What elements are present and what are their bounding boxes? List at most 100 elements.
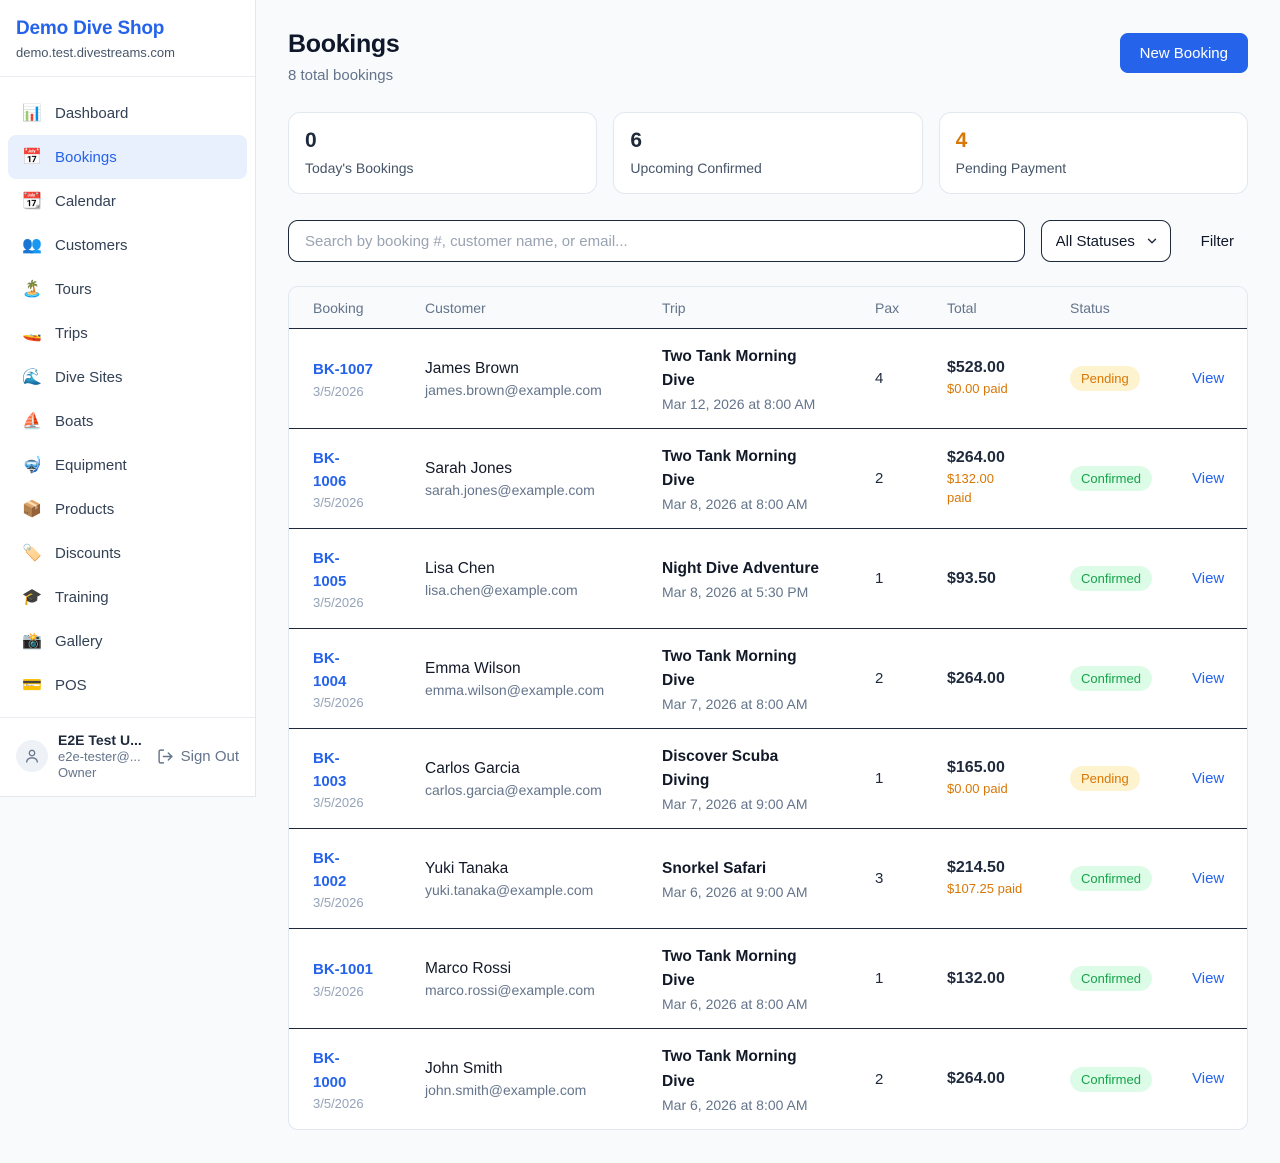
customer-cell: Marco Rossi marco.rossi@example.com: [425, 960, 662, 998]
new-booking-button[interactable]: New Booking: [1120, 33, 1248, 73]
booking-id-link[interactable]: BK- 1003: [313, 747, 415, 794]
trip-name: Night Dive Adventure: [662, 557, 865, 581]
sidebar: Demo Dive Shop demo.test.divestreams.com…: [0, 0, 256, 797]
view-link[interactable]: View: [1192, 1070, 1224, 1087]
booking-cell: BK- 1005 3/5/2026: [313, 547, 425, 611]
pax-cell: 2: [875, 470, 947, 487]
view-link[interactable]: View: [1192, 570, 1224, 587]
shop-domain: demo.test.divestreams.com: [16, 45, 239, 60]
booking-id-link[interactable]: BK-1001: [313, 958, 415, 981]
status-cell: Confirmed: [1070, 966, 1192, 991]
paid-amount: $107.25 paid: [947, 880, 1060, 899]
sidebar-item-label: POS: [55, 677, 87, 694]
booking-id-link[interactable]: BK- 1004: [313, 647, 415, 694]
products-icon: 📦: [22, 499, 42, 519]
customer-email: emma.wilson@example.com: [425, 682, 652, 698]
sidebar-item-label: Calendar: [55, 193, 116, 210]
customer-name: Yuki Tanaka: [425, 860, 652, 878]
sidebar-item-bookings[interactable]: 📅 Bookings: [8, 135, 247, 179]
view-link[interactable]: View: [1192, 670, 1224, 687]
trip-datetime: Mar 6, 2026 at 8:00 AM: [662, 996, 865, 1012]
stat-card-pending-payment: 4 Pending Payment: [939, 112, 1248, 194]
pax-cell: 4: [875, 370, 947, 387]
customer-email: john.smith@example.com: [425, 1082, 652, 1098]
sidebar-item-customers[interactable]: 👥 Customers: [8, 223, 247, 267]
sidebar-item-dashboard[interactable]: 📊 Dashboard: [8, 91, 247, 135]
trip-name: Two Tank Morning Dive: [662, 645, 865, 693]
trip-cell: Two Tank Morning Dive Mar 6, 2026 at 8:0…: [662, 945, 875, 1012]
booking-date: 3/5/2026: [313, 595, 415, 610]
sidebar-item-dive-sites[interactable]: 🌊 Dive Sites: [8, 355, 247, 399]
user-name: E2E Test U...: [58, 732, 147, 748]
booking-date: 3/5/2026: [313, 1096, 415, 1111]
page-header: Bookings 8 total bookings New Booking: [288, 30, 1248, 84]
actions-cell: View: [1192, 1070, 1234, 1088]
status-badge: Pending: [1070, 766, 1140, 791]
booking-id-link[interactable]: BK-1007: [313, 358, 415, 381]
booking-id-link[interactable]: BK- 1006: [313, 447, 415, 494]
pax-cell: 1: [875, 770, 947, 787]
sidebar-item-label: Bookings: [55, 149, 117, 166]
status-cell: Confirmed: [1070, 566, 1192, 591]
trip-datetime: Mar 8, 2026 at 8:00 AM: [662, 496, 865, 512]
view-link[interactable]: View: [1192, 370, 1224, 387]
sign-out-button[interactable]: Sign Out: [157, 748, 239, 765]
table-body: BK-1007 3/5/2026 James Brown james.brown…: [289, 329, 1247, 1129]
booking-cell: BK- 1003 3/5/2026: [313, 747, 425, 811]
sidebar-item-label: Customers: [55, 237, 128, 254]
sign-out-label: Sign Out: [181, 748, 239, 765]
customer-cell: Yuki Tanaka yuki.tanaka@example.com: [425, 860, 662, 898]
booking-id-link[interactable]: BK- 1000: [313, 1047, 415, 1094]
customer-name: Sarah Jones: [425, 460, 652, 478]
status-select[interactable]: All Statuses: [1041, 220, 1171, 262]
boats-icon: ⛵: [22, 411, 42, 431]
sidebar-item-training[interactable]: 🎓 Training: [8, 575, 247, 619]
search-input[interactable]: [288, 220, 1025, 262]
booking-id-link[interactable]: BK- 1002: [313, 847, 415, 894]
sidebar-header: Demo Dive Shop demo.test.divestreams.com: [0, 0, 255, 77]
table-row: BK-1007 3/5/2026 James Brown james.brown…: [289, 329, 1247, 429]
actions-cell: View: [1192, 470, 1234, 488]
sidebar-item-gallery[interactable]: 📸 Gallery: [8, 619, 247, 663]
actions-cell: View: [1192, 970, 1234, 988]
sidebar-item-label: Equipment: [55, 457, 127, 474]
sidebar-item-tours[interactable]: 🏝️ Tours: [8, 267, 247, 311]
total-amount: $528.00: [947, 359, 1060, 377]
total-cell: $528.00 $0.00 paid: [947, 359, 1070, 399]
trip-cell: Two Tank Morning Dive Mar 7, 2026 at 8:0…: [662, 645, 875, 712]
customer-email: james.brown@example.com: [425, 382, 652, 398]
trip-cell: Night Dive Adventure Mar 8, 2026 at 5:30…: [662, 557, 875, 600]
sidebar-item-equipment[interactable]: 🤿 Equipment: [8, 443, 247, 487]
booking-date: 3/5/2026: [313, 495, 415, 510]
total-amount: $214.50: [947, 859, 1060, 877]
status-badge: Confirmed: [1070, 866, 1152, 891]
avatar: [16, 740, 48, 772]
sidebar-item-calendar[interactable]: 📆 Calendar: [8, 179, 247, 223]
sidebar-item-trips[interactable]: 🚤 Trips: [8, 311, 247, 355]
booking-id-link[interactable]: BK- 1005: [313, 547, 415, 594]
stats-row: 0 Today's Bookings 6 Upcoming Confirmed …: [288, 112, 1248, 194]
sidebar-item-label: Dashboard: [55, 105, 128, 122]
sign-out-icon: [157, 748, 174, 765]
sidebar-item-boats[interactable]: ⛵ Boats: [8, 399, 247, 443]
view-link[interactable]: View: [1192, 870, 1224, 887]
sidebar-item-label: Dive Sites: [55, 369, 123, 386]
customer-cell: Carlos Garcia carlos.garcia@example.com: [425, 760, 662, 798]
stat-label: Pending Payment: [956, 160, 1231, 176]
training-icon: 🎓: [22, 587, 42, 607]
sidebar-item-label: Training: [55, 589, 109, 606]
total-cell: $93.50: [947, 570, 1070, 588]
paid-amount: $132.00 paid: [947, 470, 1060, 508]
view-link[interactable]: View: [1192, 770, 1224, 787]
stat-label: Upcoming Confirmed: [630, 160, 905, 176]
view-link[interactable]: View: [1192, 970, 1224, 987]
filter-button[interactable]: Filter: [1187, 233, 1248, 250]
col-header-status: Status: [1070, 300, 1192, 316]
view-link[interactable]: View: [1192, 470, 1224, 487]
sidebar-item-discounts[interactable]: 🏷️ Discounts: [8, 531, 247, 575]
sidebar-item-products[interactable]: 📦 Products: [8, 487, 247, 531]
table-row: BK- 1005 3/5/2026 Lisa Chen lisa.chen@ex…: [289, 529, 1247, 629]
sidebar-item-pos[interactable]: 💳 POS: [8, 663, 247, 707]
col-header-total: Total: [947, 300, 1070, 316]
status-cell: Confirmed: [1070, 866, 1192, 891]
